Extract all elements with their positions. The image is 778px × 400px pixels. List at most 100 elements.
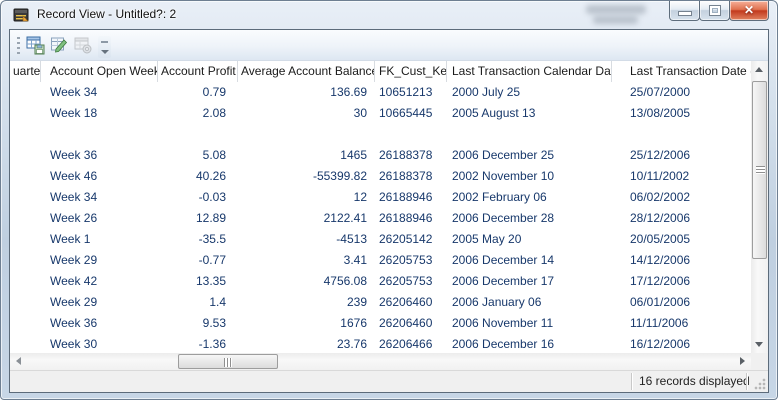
cell-profit: 0.79 [158,82,238,103]
cell-balance: 2122.41 [238,208,375,229]
cell-profit: 5.08 [158,145,238,166]
cell-balance: 1465 [238,145,375,166]
table-row[interactable] [10,124,751,145]
grid-save-icon [26,36,45,55]
column-header-cal_date[interactable]: Last Transaction Calendar Date [447,61,612,82]
cell-open_week: Week 26 [41,208,158,229]
close-icon: ✕ [730,3,768,17]
cell-balance: -4513 [238,229,375,250]
cell-quarter [10,187,41,208]
cell-open_week: Week 1 [41,229,158,250]
cell-cal_date: 2002 November 10 [447,166,612,187]
grid-rows: Week 340.79136.69106512132000 July 2525/… [10,82,751,353]
vertical-scrollbar[interactable] [751,61,768,353]
cell-balance: 1676 [238,313,375,334]
cell-profit: -1.36 [158,334,238,353]
arrow-down-icon [755,342,763,347]
cell-profit: -0.77 [158,250,238,271]
restore-button[interactable] [699,1,730,21]
cell-quarter [10,166,41,187]
table-row[interactable]: Week 291.4239262064602006 January 0606/0… [10,292,751,313]
records-displayed-label: 16 records displayed [632,371,746,392]
cell-date: 16/12/2006 [612,334,751,353]
scroll-up-button[interactable] [751,61,768,78]
cell-date: 14/12/2006 [612,250,751,271]
cell-fk: 26205142 [375,229,447,250]
cell-quarter [10,103,41,124]
table-row[interactable]: Week 340.79136.69106512132000 July 2525/… [10,82,751,103]
table-row[interactable]: Week 30-1.3623.76262064662006 December 1… [10,334,751,353]
toolbar-overflow-button[interactable] [98,36,111,58]
close-button[interactable]: ✕ [729,1,769,21]
column-header-balance[interactable]: Average Account Balance [238,61,375,82]
restore-icon [710,6,720,15]
cell-open_week: Week 42 [41,271,158,292]
cell-balance: 239 [238,292,375,313]
table-row[interactable]: Week 1-35.5-4513262051422005 May 2020/05… [10,229,751,250]
cell-date: 20/05/2005 [612,229,751,250]
cell-open_week: Week 36 [41,145,158,166]
client-area: uarterAccount Open WeekAccount ProfitAve… [9,29,769,393]
view-records-button[interactable] [24,34,47,57]
cell-cal_date [447,124,612,145]
cell-quarter [10,334,41,353]
toolbar [10,30,768,61]
status-bar: 16 records displayed [10,370,768,392]
edit-record-button[interactable] [48,34,71,57]
cell-fk: 26188946 [375,208,447,229]
table-row[interactable]: Week 4640.26-55399.82261883782002 Novemb… [10,166,751,187]
toolbar-grip[interactable] [17,37,20,54]
cell-profit: -0.03 [158,187,238,208]
cell-fk: 26206466 [375,334,447,353]
cell-cal_date: 2002 February 06 [447,187,612,208]
scroll-right-button[interactable] [734,353,751,370]
cell-open_week: Week 46 [41,166,158,187]
cell-open_week: Week 30 [41,334,158,353]
glass-blur-artifact [586,5,646,14]
column-header-fk[interactable]: FK_Cust_Key [375,61,447,82]
cell-quarter [10,250,41,271]
vertical-scroll-thumb[interactable] [752,81,767,259]
table-row[interactable]: Week 4213.354756.08262057532006 December… [10,271,751,292]
grid-edit-icon [50,36,69,55]
cell-open_week: Week 36 [41,313,158,334]
table-row[interactable]: Week 182.0830106654452005 August 1313/08… [10,103,751,124]
minimize-button[interactable] [669,1,700,21]
table-row[interactable]: Week 34-0.0312261889462002 February 0606… [10,187,751,208]
cell-cal_date: 2006 November 11 [447,313,612,334]
cell-open_week: Week 34 [41,82,158,103]
title-bar[interactable]: Record View - Untitled?: 2 ✕ [1,1,777,29]
scroll-left-button[interactable] [10,353,27,370]
table-row[interactable]: Week 2612.892122.41261889462006 December… [10,208,751,229]
cell-quarter [10,292,41,313]
horizontal-scroll-thumb[interactable] [178,354,278,369]
cell-open_week [41,124,158,145]
cell-balance: 4756.08 [238,271,375,292]
cell-fk: 26188378 [375,145,447,166]
cell-profit: 12.89 [158,208,238,229]
horizontal-scrollbar[interactable] [10,353,751,370]
table-row[interactable]: Week 365.081465261883782006 December 252… [10,145,751,166]
cell-cal_date: 2006 December 17 [447,271,612,292]
cell-cal_date: 2006 December 14 [447,250,612,271]
cell-quarter [10,271,41,292]
cell-quarter [10,313,41,334]
app-icon[interactable] [13,7,29,23]
cell-fk: 26205753 [375,250,447,271]
cell-balance: 136.69 [238,82,375,103]
cell-open_week: Week 18 [41,103,158,124]
column-header-quarter[interactable]: uarter [10,61,41,82]
cell-profit: 13.35 [158,271,238,292]
table-row[interactable]: Week 369.531676262064602006 November 111… [10,313,751,334]
table-row[interactable]: Week 29-0.773.41262057532006 December 14… [10,250,751,271]
cell-balance: 12 [238,187,375,208]
column-header-profit[interactable]: Account Profit [158,61,238,82]
cell-fk: 26188378 [375,166,447,187]
arrow-left-icon [16,357,21,365]
scroll-down-button[interactable] [751,336,768,353]
cell-quarter [10,229,41,250]
resize-grip-icon[interactable] [754,378,766,390]
column-header-open_week[interactable]: Account Open Week [41,61,158,82]
column-header-date[interactable]: Last Transaction Date (Dat [612,61,753,82]
cell-profit: 2.08 [158,103,238,124]
